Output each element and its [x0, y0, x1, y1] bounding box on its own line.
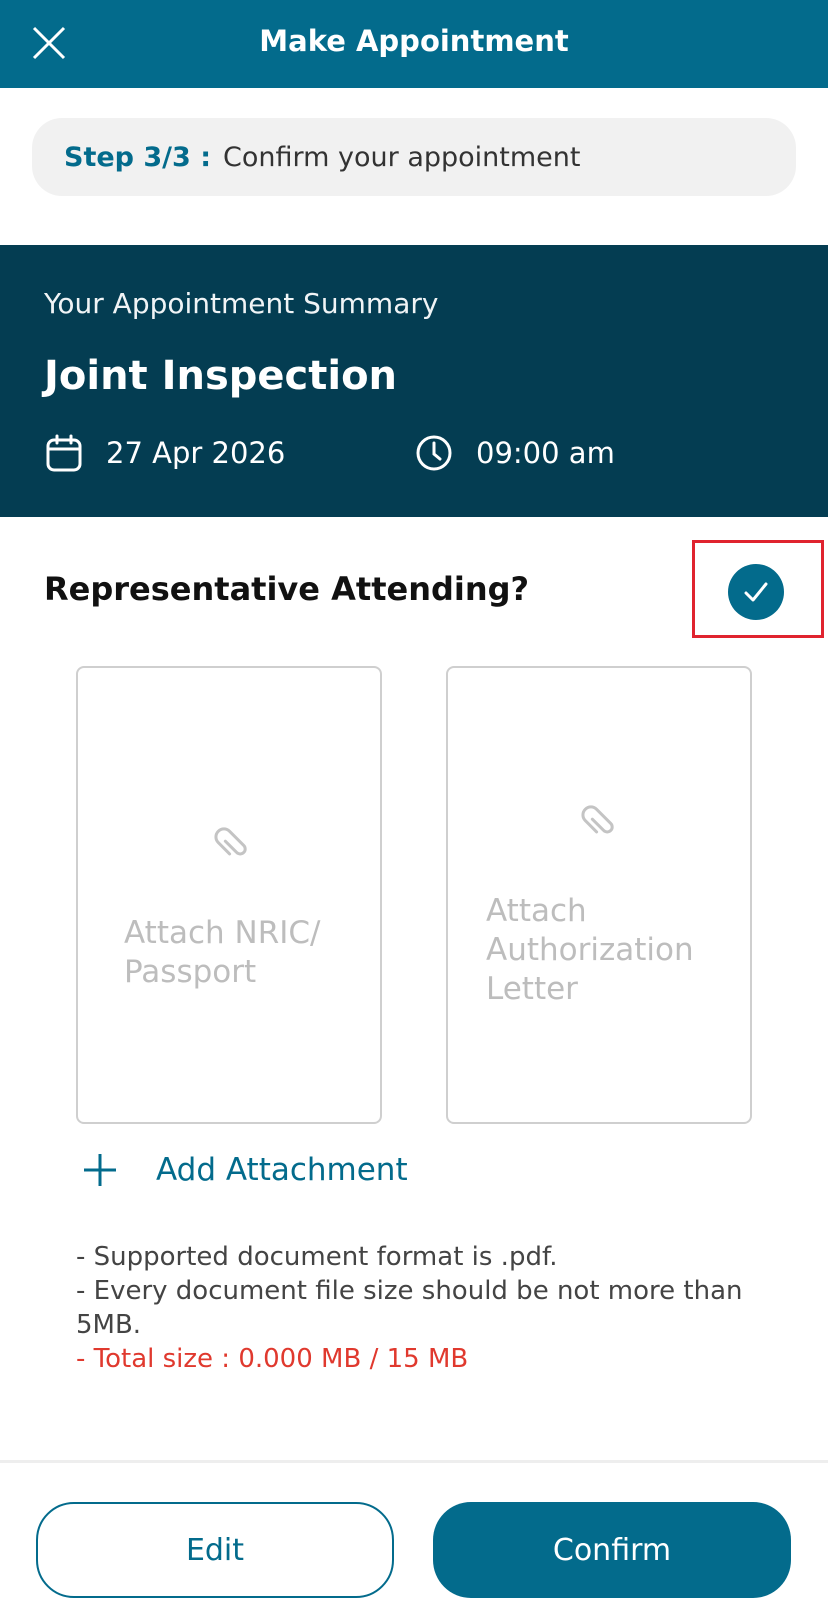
add-attachment-label: Add Attachment	[156, 1152, 408, 1188]
appointment-type: Joint Inspection	[44, 353, 398, 399]
attach-nric-label: Attach NRIC/ Passport	[124, 915, 321, 990]
clock-icon	[414, 433, 454, 473]
note-total-size: - Total size : 0.000 MB / 15 MB	[76, 1344, 469, 1374]
check-icon	[744, 582, 768, 602]
representative-attending-label: Representative Attending?	[44, 570, 530, 608]
representative-attending-checkbox[interactable]	[728, 564, 784, 620]
plus-icon	[76, 1146, 124, 1194]
divider	[0, 1460, 828, 1463]
note-format: - Supported document format is .pdf.	[76, 1242, 558, 1272]
edit-button[interactable]: Edit	[36, 1502, 394, 1598]
time-value: 09:00 am	[476, 436, 615, 470]
paperclip-icon	[205, 818, 257, 870]
confirm-button[interactable]: Confirm	[433, 1502, 791, 1598]
step-label: Step 3/3 :	[64, 141, 212, 173]
add-attachment-button[interactable]: Add Attachment	[76, 1146, 408, 1194]
attach-authorization-label: Attach Authorization Letter	[486, 893, 694, 1007]
top-app-bar: Make Appointment	[0, 0, 828, 88]
attach-authorization-letter-card[interactable]: Attach Authorization Letter	[446, 666, 752, 1124]
appointment-summary: Your Appointment Summary Joint Inspectio…	[0, 245, 828, 517]
step-indicator: Step 3/3 : Confirm your appointment	[32, 118, 796, 196]
paperclip-icon	[572, 796, 624, 848]
calendar-icon	[44, 433, 84, 473]
step-text: Confirm your appointment	[223, 141, 581, 173]
note-file-size: - Every document file size should be not…	[76, 1276, 743, 1340]
appointment-date: 27 Apr 2026	[44, 433, 285, 473]
page-title: Make Appointment	[259, 24, 569, 58]
attachment-notes: - Supported document format is .pdf. - E…	[76, 1240, 776, 1376]
attach-nric-passport-card[interactable]: Attach NRIC/ Passport	[76, 666, 382, 1124]
date-value: 27 Apr 2026	[106, 436, 286, 470]
summary-subtitle: Your Appointment Summary	[44, 287, 439, 320]
appointment-time: 09:00 am	[414, 433, 615, 473]
